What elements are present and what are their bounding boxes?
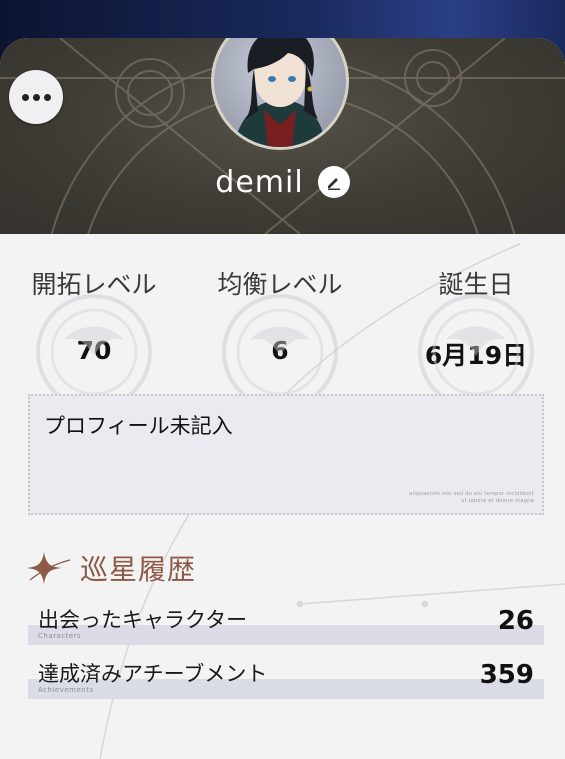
more-options-button[interactable]: [9, 70, 63, 124]
row-sublabel: Characters: [38, 632, 82, 640]
edit-name-button[interactable]: [317, 166, 350, 198]
row-label: 出会ったキャラクター: [38, 608, 248, 632]
row-sublabel: Achievements: [38, 686, 94, 694]
row-label: 達成済みアチーブメント: [38, 662, 268, 686]
history-section-title: 巡星履歴: [24, 548, 196, 588]
avatar-image: [234, 38, 326, 147]
username-row: demil: [0, 162, 565, 202]
history-row-achievements: 達成済みアチーブメント Achievements 359: [28, 658, 544, 708]
sparkle-star-icon: [26, 552, 71, 584]
stat-birthday: 誕生日 6月19日: [396, 268, 556, 410]
profile-card: demil 開拓レベル 均衡レベル 誕生日 プロフィール未記入 aliquaen…: [0, 38, 565, 759]
pencil-icon: [327, 178, 340, 190]
signature-box[interactable]: プロフィール未記入 aliquaenim nisi sed do eiu tem…: [28, 394, 544, 515]
more-horizontal-icon: [21, 93, 51, 101]
history-row-characters: 出会ったキャラクター Characters 26: [28, 604, 544, 654]
row-value: 26: [497, 606, 534, 636]
signature-fine-print: aliquaenim nisi sed do eiu tempor incidi…: [409, 491, 534, 504]
signature-text: プロフィール未記入: [44, 414, 233, 438]
stat-equilibrium-level: 均衡レベル 6: [200, 268, 360, 410]
row-value: 359: [479, 660, 534, 690]
history-title: 巡星履歴: [80, 553, 197, 586]
username: demil: [215, 164, 304, 200]
stat-trailblaze-level: 開拓レベル 70: [14, 268, 174, 410]
